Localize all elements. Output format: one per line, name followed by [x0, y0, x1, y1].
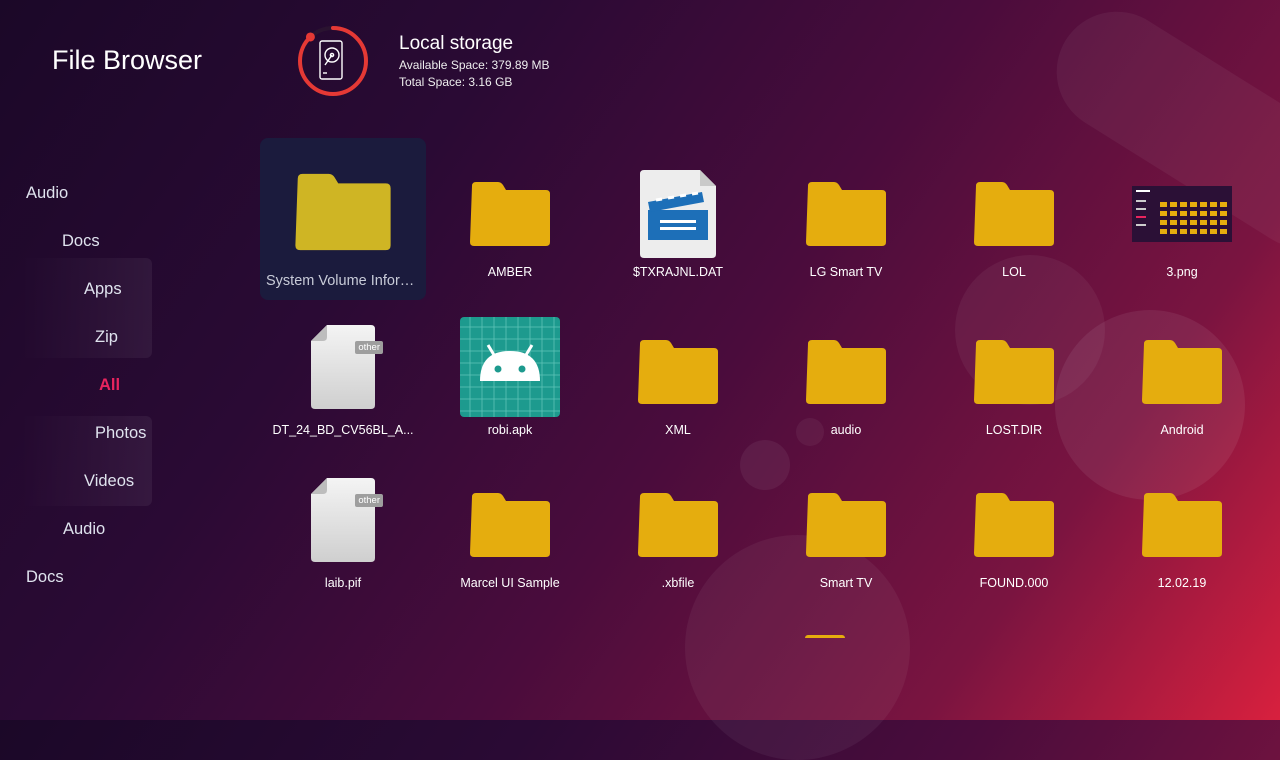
file-type-badge: other [355, 494, 383, 507]
file-name: laib.pif [324, 576, 362, 590]
file-item[interactable]: Android [1099, 296, 1265, 458]
folder-icon [804, 180, 888, 248]
folder-icon [636, 338, 720, 406]
file-name: AMBER [487, 265, 533, 279]
sidebar-item-audio[interactable]: Audio [63, 520, 105, 539]
generic-file-icon: other [311, 478, 383, 562]
storage-usage-ring [298, 26, 368, 96]
file-item[interactable]: AMBER [427, 138, 593, 300]
file-item[interactable]: robi.apk [427, 296, 593, 458]
folder-icon [804, 338, 888, 406]
file-item[interactable]: other DT_24_BD_CV56BL_A... [260, 296, 426, 458]
file-name: audio [830, 423, 862, 437]
file-item[interactable]: .xbfile [595, 449, 761, 611]
file-item[interactable]: Marcel UI Sample [427, 449, 593, 611]
file-name: FOUND.000 [979, 576, 1049, 590]
video-file-icon [640, 170, 716, 258]
sidebar-item-zip[interactable]: Zip [95, 328, 118, 347]
file-item[interactable]: audio [763, 296, 929, 458]
folder-icon [805, 635, 845, 638]
image-thumbnail [1132, 186, 1232, 242]
file-name: System Volume Inform... [266, 273, 420, 289]
file-name: robi.apk [487, 423, 533, 437]
file-item[interactable]: LOST.DIR [931, 296, 1097, 458]
folder-icon [804, 491, 888, 559]
file-item[interactable]: 12.02.19 [1099, 449, 1265, 611]
folder-icon [972, 180, 1056, 248]
sidebar-glow [20, 258, 152, 358]
sidebar-item-videos[interactable]: Videos [84, 472, 134, 491]
folder-icon [468, 491, 552, 559]
folder-icon [468, 180, 552, 248]
folder-icon [1140, 338, 1224, 406]
file-name: Smart TV [819, 576, 873, 590]
file-name: LOL [1002, 265, 1026, 279]
file-name: .xbfile [661, 576, 695, 590]
file-name: XML [665, 423, 691, 437]
file-name: Marcel UI Sample [460, 576, 560, 590]
file-name: DT_24_BD_CV56BL_A... [272, 423, 414, 437]
sidebar-item-photos[interactable]: Photos [95, 424, 146, 443]
file-item[interactable]: other laib.pif [260, 449, 426, 611]
storage-total: Total Space: 3.16 GB [399, 75, 513, 89]
android-app-icon [460, 317, 560, 417]
sidebar-item-all[interactable]: All [99, 376, 120, 395]
file-item[interactable]: FOUND.000 [931, 449, 1097, 611]
storage-name: Local storage [399, 33, 514, 54]
file-grid: System Volume Inform... AMBER $TXRAJNL.DAT… [260, 138, 1280, 638]
storage-available: Available Space: 379.89 MB [399, 58, 550, 72]
folder-icon [972, 338, 1056, 406]
file-name: LOST.DIR [985, 423, 1043, 437]
file-item[interactable]: XML [595, 296, 761, 458]
file-name: 12.02.19 [1157, 576, 1207, 590]
file-item[interactable]: LOL [931, 138, 1097, 300]
sidebar-item-docs[interactable]: Docs [26, 568, 64, 587]
file-item[interactable]: System Volume Inform... [260, 138, 426, 300]
file-item[interactable]: LG Smart TV [763, 138, 929, 300]
folder-icon [1140, 491, 1224, 559]
file-name: 3.png [1166, 265, 1198, 279]
sidebar-item-apps[interactable]: Apps [84, 280, 122, 299]
file-type-badge: other [355, 341, 383, 354]
hard-drive-icon [319, 40, 343, 80]
folder-icon [293, 171, 393, 253]
sidebar-item-docs[interactable]: Docs [62, 232, 100, 251]
file-name: $TXRAJNL.DAT [632, 265, 724, 279]
file-item[interactable]: 3.png [1099, 138, 1265, 300]
folder-icon [636, 491, 720, 559]
file-name: LG Smart TV [809, 265, 883, 279]
app-title: File Browser [52, 45, 203, 75]
category-sidebar: Audio Docs Apps Zip All Photos Videos Audio Docs [0, 170, 240, 600]
generic-file-icon: other [311, 325, 383, 409]
file-name: Android [1160, 423, 1204, 437]
file-item[interactable]: $TXRAJNL.DAT [595, 138, 761, 300]
folder-icon [972, 491, 1056, 559]
file-item[interactable]: Smart TV [763, 449, 929, 611]
storage-info: Local storage Available Space: 379.89 MB… [296, 24, 616, 100]
sidebar-item-audio[interactable]: Audio [26, 184, 68, 203]
